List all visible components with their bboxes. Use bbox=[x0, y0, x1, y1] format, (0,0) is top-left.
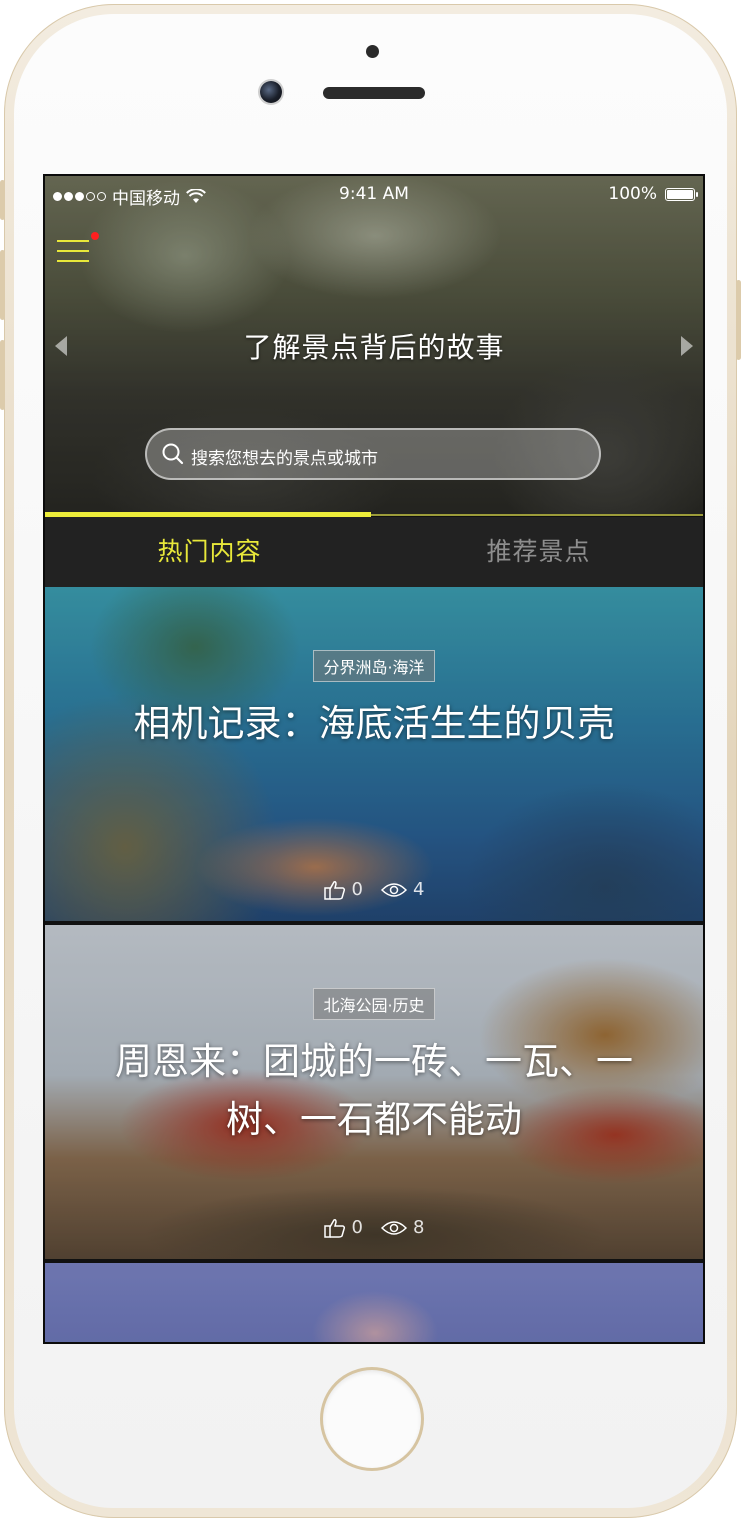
home-button[interactable] bbox=[323, 1370, 421, 1468]
article-card[interactable] bbox=[45, 1263, 703, 1342]
menu-icon-bar bbox=[57, 260, 89, 262]
earpiece-speaker bbox=[323, 87, 425, 99]
search-placeholder: 搜索您想去的景点或城市 bbox=[191, 449, 378, 469]
front-camera bbox=[260, 81, 282, 103]
article-card[interactable]: 北海公园·历史 周恩来：团城的一砖、一瓦、一树、一石都不能动 0 8 bbox=[45, 925, 703, 1259]
likes-count: 0 bbox=[351, 879, 363, 900]
volume-up-button bbox=[0, 250, 5, 320]
card-overlay bbox=[45, 1263, 703, 1342]
battery-icon bbox=[665, 187, 698, 201]
proximity-sensor bbox=[366, 45, 379, 58]
likes-stat[interactable]: 0 bbox=[323, 1217, 363, 1238]
mute-switch bbox=[0, 180, 5, 220]
app-screen: 中国移动 9:41 AM 100% 了解景点背后的故事 搜索您想去的景点或城市 … bbox=[43, 174, 705, 1344]
tab-bar: 热门内容 推荐景点 bbox=[45, 517, 703, 587]
search-icon bbox=[162, 443, 184, 465]
thumbs-up-icon bbox=[323, 1218, 345, 1238]
search-input[interactable]: 搜索您想去的景点或城市 bbox=[145, 428, 601, 480]
volume-down-button bbox=[0, 340, 5, 410]
card-overlay bbox=[45, 587, 703, 921]
views-count: 8 bbox=[413, 1217, 425, 1238]
card-tag: 北海公园·历史 bbox=[313, 988, 435, 1020]
card-title: 相机记录：海底活生生的贝壳 bbox=[133, 702, 615, 745]
card-stats: 0 4 bbox=[45, 879, 703, 900]
card-stats: 0 8 bbox=[45, 1217, 703, 1238]
eye-icon bbox=[381, 882, 407, 897]
battery-percent: 100% bbox=[608, 184, 657, 204]
notification-dot bbox=[91, 232, 99, 240]
likes-count: 0 bbox=[351, 1217, 363, 1238]
views-stat: 4 bbox=[381, 879, 424, 900]
menu-icon-bar bbox=[57, 250, 89, 252]
article-card[interactable]: 分界洲岛·海洋 相机记录：海底活生生的贝壳 0 4 bbox=[45, 587, 703, 921]
likes-stat[interactable]: 0 bbox=[323, 879, 363, 900]
card-tag: 分界洲岛·海洋 bbox=[313, 650, 435, 682]
tab-hot-content[interactable]: 热门内容 bbox=[45, 517, 374, 587]
thumbs-up-icon bbox=[323, 880, 345, 900]
menu-icon-bar bbox=[57, 240, 89, 242]
status-time: 9:41 AM bbox=[339, 184, 409, 204]
views-count: 4 bbox=[413, 879, 425, 900]
menu-button[interactable] bbox=[57, 238, 91, 266]
status-right: 100% bbox=[608, 184, 698, 204]
power-button bbox=[736, 280, 741, 360]
tab-recommended-spots[interactable]: 推荐景点 bbox=[374, 517, 703, 587]
hero-title: 了解景点背后的故事 bbox=[243, 331, 505, 364]
hero-banner[interactable]: 中国移动 9:41 AM 100% 了解景点背后的故事 搜索您想去的景点或城市 bbox=[45, 176, 703, 517]
status-bar: 中国移动 9:41 AM 100% bbox=[45, 182, 703, 209]
eye-icon bbox=[381, 1220, 407, 1235]
card-title: 周恩来：团城的一砖、一瓦、一树、一石都不能动 bbox=[115, 1040, 633, 1141]
views-stat: 8 bbox=[381, 1217, 424, 1238]
